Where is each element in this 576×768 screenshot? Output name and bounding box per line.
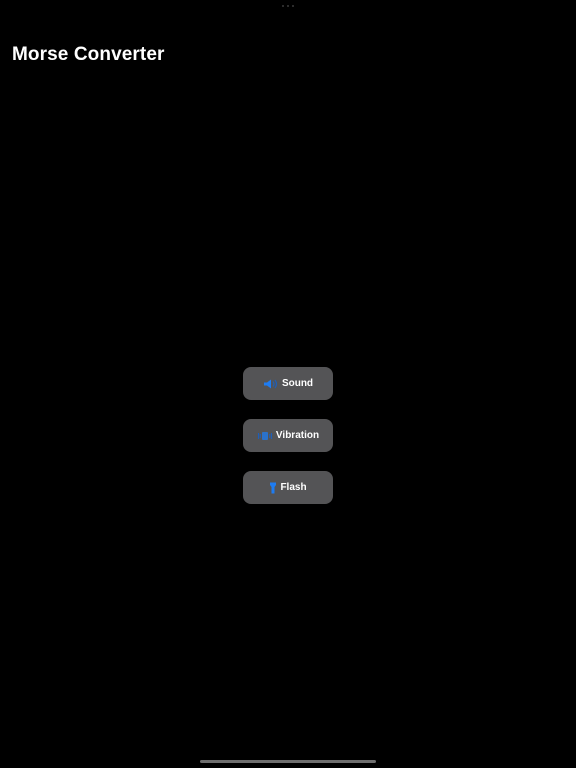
home-indicator[interactable] [200,760,376,763]
app-screen: Morse Converter Sound Vibration Flash [0,0,576,768]
dot [282,5,284,7]
sound-button[interactable]: Sound [243,367,333,400]
flash-button-label: Flash [280,482,307,493]
output-mode-buttons: Sound Vibration Flash [243,367,333,504]
page-title: Morse Converter [12,44,165,65]
flashlight-icon [269,482,277,494]
multitasking-indicator[interactable] [282,5,294,7]
vibration-button[interactable]: Vibration [243,419,333,452]
speaker-icon [263,379,279,389]
dot [287,5,289,7]
vibration-button-label: Vibration [275,430,320,441]
flash-button[interactable]: Flash [243,471,333,504]
dot [292,5,294,7]
sound-button-label: Sound [281,378,314,389]
vibration-icon [257,431,273,441]
